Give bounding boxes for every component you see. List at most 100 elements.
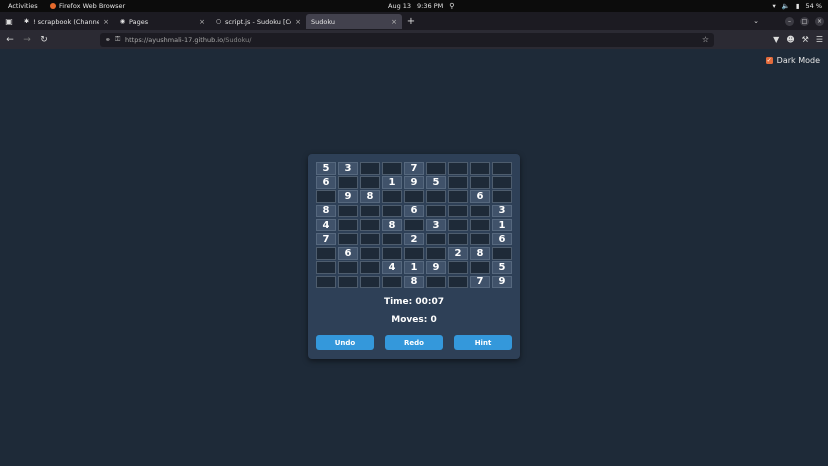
sudoku-cell[interactable] <box>492 176 512 189</box>
sudoku-cell[interactable] <box>470 204 490 218</box>
sudoku-cell[interactable] <box>470 232 490 246</box>
sudoku-cell[interactable]: 8 <box>404 275 424 288</box>
sudoku-cell[interactable]: 5 <box>316 162 336 175</box>
sudoku-cell[interactable] <box>316 261 336 274</box>
sudoku-cell[interactable] <box>448 275 468 288</box>
sudoku-cell[interactable] <box>316 275 336 288</box>
forward-icon[interactable]: → <box>20 33 34 47</box>
sudoku-cell[interactable] <box>360 247 380 260</box>
tracking-shield-icon[interactable]: ⚭ <box>105 36 113 44</box>
sudoku-cell[interactable] <box>492 247 512 260</box>
account-icon[interactable]: ☻ <box>786 35 794 44</box>
app-menu[interactable]: Firefox Web Browser <box>50 0 125 12</box>
sudoku-cell[interactable]: 6 <box>338 247 358 260</box>
hint-button[interactable]: Hint <box>454 335 512 350</box>
redo-button[interactable]: Redo <box>385 335 443 350</box>
dark-mode-checkbox[interactable]: ✓ <box>765 57 773 64</box>
sudoku-cell[interactable] <box>448 176 468 189</box>
sudoku-cell[interactable] <box>448 232 468 246</box>
sudoku-cell[interactable] <box>404 247 424 260</box>
sudoku-cell[interactable] <box>382 232 402 246</box>
sudoku-cell[interactable]: 2 <box>448 247 468 260</box>
sudoku-cell[interactable] <box>360 261 380 274</box>
extensions-icon[interactable]: ⚒ <box>802 35 809 44</box>
sudoku-cell[interactable] <box>448 162 468 175</box>
sudoku-cell[interactable] <box>426 204 446 218</box>
sudoku-cell[interactable] <box>338 204 358 218</box>
sudoku-cell[interactable] <box>382 190 402 203</box>
sudoku-cell[interactable] <box>338 232 358 246</box>
sudoku-cell[interactable]: 5 <box>426 176 446 189</box>
lock-icon[interactable]: ⚿ <box>115 35 125 44</box>
sudoku-cell[interactable] <box>426 247 446 260</box>
sudoku-cell[interactable]: 6 <box>404 204 424 218</box>
url-bar[interactable]: ⚭ ⚿ https://ayushmali-17.github.io/Sudok… <box>100 32 714 47</box>
tab-pages[interactable]: ◉ Pages × <box>114 14 210 29</box>
sudoku-cell[interactable]: 9 <box>404 176 424 189</box>
close-window-icon[interactable]: × <box>815 16 824 26</box>
sudoku-cell[interactable]: 8 <box>470 247 490 260</box>
clock[interactable]: Aug 13 9:36 PM ⚲ <box>388 0 454 12</box>
sudoku-cell[interactable] <box>448 261 468 274</box>
sudoku-cell[interactable]: 3 <box>338 162 358 175</box>
sudoku-cell[interactable] <box>360 218 380 232</box>
sudoku-cell[interactable] <box>426 275 446 288</box>
sudoku-cell[interactable]: 4 <box>316 218 336 232</box>
tab-close-icon[interactable]: × <box>391 18 397 26</box>
sudoku-cell[interactable] <box>492 162 512 175</box>
sudoku-cell[interactable] <box>426 162 446 175</box>
sudoku-cell[interactable]: 3 <box>492 204 512 218</box>
sudoku-cell[interactable] <box>382 275 402 288</box>
sudoku-cell[interactable]: 8 <box>360 190 380 203</box>
sudoku-cell[interactable] <box>448 218 468 232</box>
sudoku-cell[interactable] <box>360 162 380 175</box>
sudoku-cell[interactable] <box>470 162 490 175</box>
sudoku-cell[interactable]: 7 <box>316 232 336 246</box>
system-tray[interactable]: ▾ 🔈 ▮ 54 % <box>773 0 822 12</box>
activities-button[interactable]: Activities <box>8 0 38 12</box>
new-tab-button[interactable]: + <box>404 16 418 27</box>
sudoku-cell[interactable] <box>338 261 358 274</box>
sudoku-cell[interactable]: 1 <box>382 176 402 189</box>
sudoku-cell[interactable]: 1 <box>492 218 512 232</box>
pocket-icon[interactable]: ▼ <box>773 35 779 44</box>
sudoku-cell[interactable]: 7 <box>470 275 490 288</box>
sudoku-cell[interactable] <box>338 176 358 189</box>
undo-button[interactable]: Undo <box>316 335 374 350</box>
tab-close-icon[interactable]: × <box>295 18 301 26</box>
sudoku-cell[interactable]: 9 <box>426 261 446 274</box>
sudoku-cell[interactable]: 2 <box>404 232 424 246</box>
sudoku-cell[interactable] <box>470 218 490 232</box>
sudoku-cell[interactable]: 5 <box>492 261 512 274</box>
menu-icon[interactable]: ☰ <box>816 35 823 44</box>
list-all-tabs-icon[interactable]: ⌄ <box>753 17 759 25</box>
sudoku-cell[interactable] <box>338 218 358 232</box>
tab-close-icon[interactable]: × <box>199 18 205 26</box>
sudoku-cell[interactable]: 1 <box>404 261 424 274</box>
sudoku-cell[interactable] <box>404 190 424 203</box>
minimize-icon[interactable]: – <box>785 16 794 26</box>
sudoku-cell[interactable]: 9 <box>492 275 512 288</box>
tab-script-js[interactable]: ○ script.js - Sudoku [Codesp × <box>210 14 306 29</box>
maximize-icon[interactable]: □ <box>800 16 809 26</box>
tab-scrapbook[interactable]: ✱ ! scrapbook (Channel) - H × <box>18 14 114 29</box>
reload-icon[interactable]: ↻ <box>37 33 51 47</box>
sudoku-cell[interactable] <box>360 232 380 246</box>
bookmark-star-icon[interactable]: ☆ <box>702 35 709 44</box>
tab-close-icon[interactable]: × <box>103 18 109 26</box>
sudoku-cell[interactable] <box>426 190 446 203</box>
sudoku-cell[interactable]: 4 <box>382 261 402 274</box>
sudoku-cell[interactable]: 8 <box>382 218 402 232</box>
sudoku-cell[interactable] <box>360 204 380 218</box>
sudoku-cell[interactable]: 7 <box>404 162 424 175</box>
sudoku-cell[interactable] <box>382 204 402 218</box>
sudoku-cell[interactable] <box>316 190 336 203</box>
back-icon[interactable]: ← <box>3 33 17 47</box>
sudoku-cell[interactable] <box>470 261 490 274</box>
sudoku-cell[interactable] <box>360 176 380 189</box>
sudoku-cell[interactable] <box>382 162 402 175</box>
sudoku-cell[interactable] <box>404 218 424 232</box>
sudoku-cell[interactable] <box>316 247 336 260</box>
sudoku-cell[interactable] <box>448 204 468 218</box>
sudoku-cell[interactable] <box>360 275 380 288</box>
